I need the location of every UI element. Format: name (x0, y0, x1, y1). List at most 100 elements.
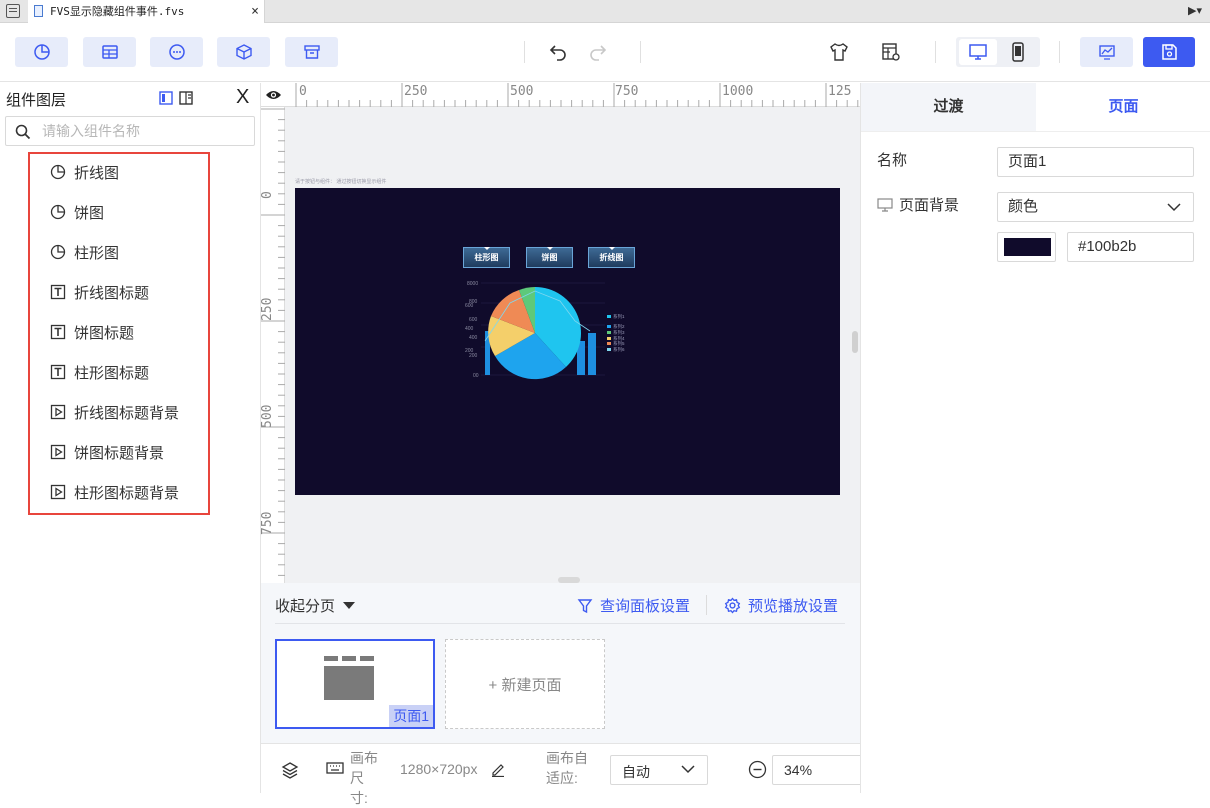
mini-ytick: 600 (465, 303, 474, 309)
bg-color-hex-field[interactable]: #100b2b (1067, 232, 1194, 262)
layer-item-pie-title[interactable]: 饼图标题 (50, 322, 134, 342)
nav-line-chart-button[interactable]: 折线图 (588, 247, 635, 268)
vertical-scrollbar[interactable] (852, 331, 858, 353)
monitor-icon (877, 197, 893, 212)
layer-label: 柱形图标题 (74, 364, 150, 382)
text-icon (50, 284, 66, 300)
bg-type-select[interactable]: 颜色 (997, 192, 1194, 222)
chart-icon (33, 44, 50, 60)
toolbar-divider (1059, 41, 1060, 63)
ruler-label: 500 (510, 84, 534, 99)
ruler-label: 250 (261, 297, 275, 321)
name-label-text: 名称 (877, 152, 908, 169)
tab-page[interactable]: 页面 (1036, 83, 1210, 131)
query-panel-settings-link[interactable]: 查询面板设置 (577, 595, 690, 616)
zoom-out-icon[interactable] (748, 760, 767, 779)
mini-ytick: 400 (465, 326, 474, 332)
layer-item-line-title-bg[interactable]: 折线图标题背景 (50, 402, 179, 422)
page-bar-separator (275, 623, 845, 624)
file-tab[interactable]: FVS显示隐藏组件事件.fvs × (28, 0, 265, 23)
ruler-label: 125 (828, 84, 852, 99)
layer-label: 饼图标题背景 (74, 444, 165, 462)
layers-icon[interactable] (281, 761, 299, 779)
layer-search-input[interactable] (42, 121, 247, 141)
media-icon (50, 484, 66, 500)
new-page-button[interactable]: + 新建页面 (445, 639, 605, 729)
nav-bar-chart-button[interactable]: 柱形图 (463, 247, 510, 268)
close-panel-icon[interactable]: X (236, 86, 249, 109)
visibility-eye-icon[interactable] (265, 88, 282, 102)
layer-panel-title: 组件图层 (6, 92, 67, 109)
file-tab-label: FVS显示隐藏组件事件.fvs (50, 5, 185, 18)
page-bar: 收起分页 查询面板设置 预览播放设置 页面1 + 新建页面 (261, 583, 860, 743)
layer-item-line-chart[interactable]: 折线图 (50, 162, 119, 182)
chart-icon (50, 164, 66, 180)
tab-transition[interactable]: 过渡 (861, 83, 1036, 131)
desktop-view-button[interactable] (959, 39, 997, 65)
page-name-field[interactable]: 页面1 (997, 147, 1194, 177)
preview-play-settings-link[interactable]: 预览播放设置 (724, 595, 838, 616)
close-tab-icon[interactable]: × (251, 0, 259, 23)
bg-color-swatch[interactable] (997, 232, 1056, 262)
chart-icon (50, 244, 66, 260)
chevron-down-icon (681, 765, 695, 774)
layer-label: 柱形图 (74, 244, 120, 262)
ruler-label: 1000 (722, 84, 754, 99)
tab-menu-icon[interactable]: ▶▾ (1188, 4, 1202, 17)
undo-button[interactable] (546, 40, 570, 64)
page-thumbnail[interactable]: 页面1 (275, 639, 435, 729)
layout-toggle-icon[interactable] (159, 91, 173, 105)
mini-ytick: 00 (473, 373, 479, 379)
layer-item-bar-title[interactable]: 柱形图标题 (50, 362, 149, 382)
top-ruler-ticks (295, 83, 859, 107)
ruler-label: 0 (299, 84, 307, 99)
nav-pie-chart-button[interactable]: 饼图 (526, 247, 573, 268)
top-ruler: 0 250 500 750 1000 125 (261, 83, 860, 107)
edit-icon[interactable] (490, 761, 506, 777)
split-view-icon[interactable] (179, 91, 193, 105)
save-icon (1162, 44, 1177, 60)
save-button[interactable] (1143, 37, 1195, 67)
page-bar-divider (706, 595, 707, 615)
preview-button[interactable] (1080, 37, 1133, 67)
text-icon (50, 364, 66, 380)
canvas-adapt-select[interactable]: 自动 (610, 755, 708, 785)
chart-insert-button[interactable] (15, 37, 68, 67)
collapse-pages-toggle[interactable]: 收起分页 (275, 595, 356, 616)
mini-legend-item: 系列6 (613, 346, 625, 353)
toolbar-divider (524, 41, 525, 63)
page-artboard[interactable]: 柱形图 饼图 折线图 8000 800 600 600 400 400 200 … (295, 188, 840, 495)
layer-label: 饼图 (74, 204, 105, 222)
layer-label: 折线图标题背景 (74, 404, 180, 422)
search-icon (15, 124, 31, 140)
layer-item-bar-title-bg[interactable]: 柱形图标题背景 (50, 482, 179, 502)
collapse-pages-label: 收起分页 (275, 598, 336, 615)
canvas-adapt-value: 自动 (622, 764, 650, 780)
mini-legend-item: 系列5 (613, 340, 625, 347)
more-insert-button[interactable] (150, 37, 203, 67)
template-settings-button[interactable] (879, 40, 903, 64)
layer-label: 折线图 (74, 164, 120, 182)
page-name-value: 页面1 (1008, 153, 1047, 170)
media-icon (50, 444, 66, 460)
table-insert-button[interactable] (83, 37, 136, 67)
filter-icon (577, 598, 593, 613)
component-insert-button[interactable] (217, 37, 270, 67)
chevron-down-icon (1167, 203, 1181, 212)
canvas-area[interactable]: 0 250 500 750 1000 125 0 250 500 750 请于按… (261, 83, 860, 583)
layer-item-bar-chart[interactable]: 柱形图 (50, 242, 119, 262)
mobile-view-button[interactable] (999, 39, 1037, 65)
toolbar-divider (935, 41, 936, 63)
layer-item-pie-title-bg[interactable]: 饼图标题背景 (50, 442, 164, 462)
app-icon (6, 4, 20, 18)
zoom-value: 34% (784, 762, 813, 778)
redo-button[interactable] (586, 40, 610, 64)
archive-insert-button[interactable] (285, 37, 338, 67)
layer-item-pie-chart[interactable]: 饼图 (50, 202, 104, 222)
preview-play-label: 预览播放设置 (748, 598, 839, 615)
caret-down-icon (343, 602, 356, 609)
layer-search[interactable] (5, 116, 255, 146)
theme-button[interactable] (827, 40, 851, 64)
toolbar-divider (640, 41, 641, 63)
layer-item-line-title[interactable]: 折线图标题 (50, 282, 149, 302)
